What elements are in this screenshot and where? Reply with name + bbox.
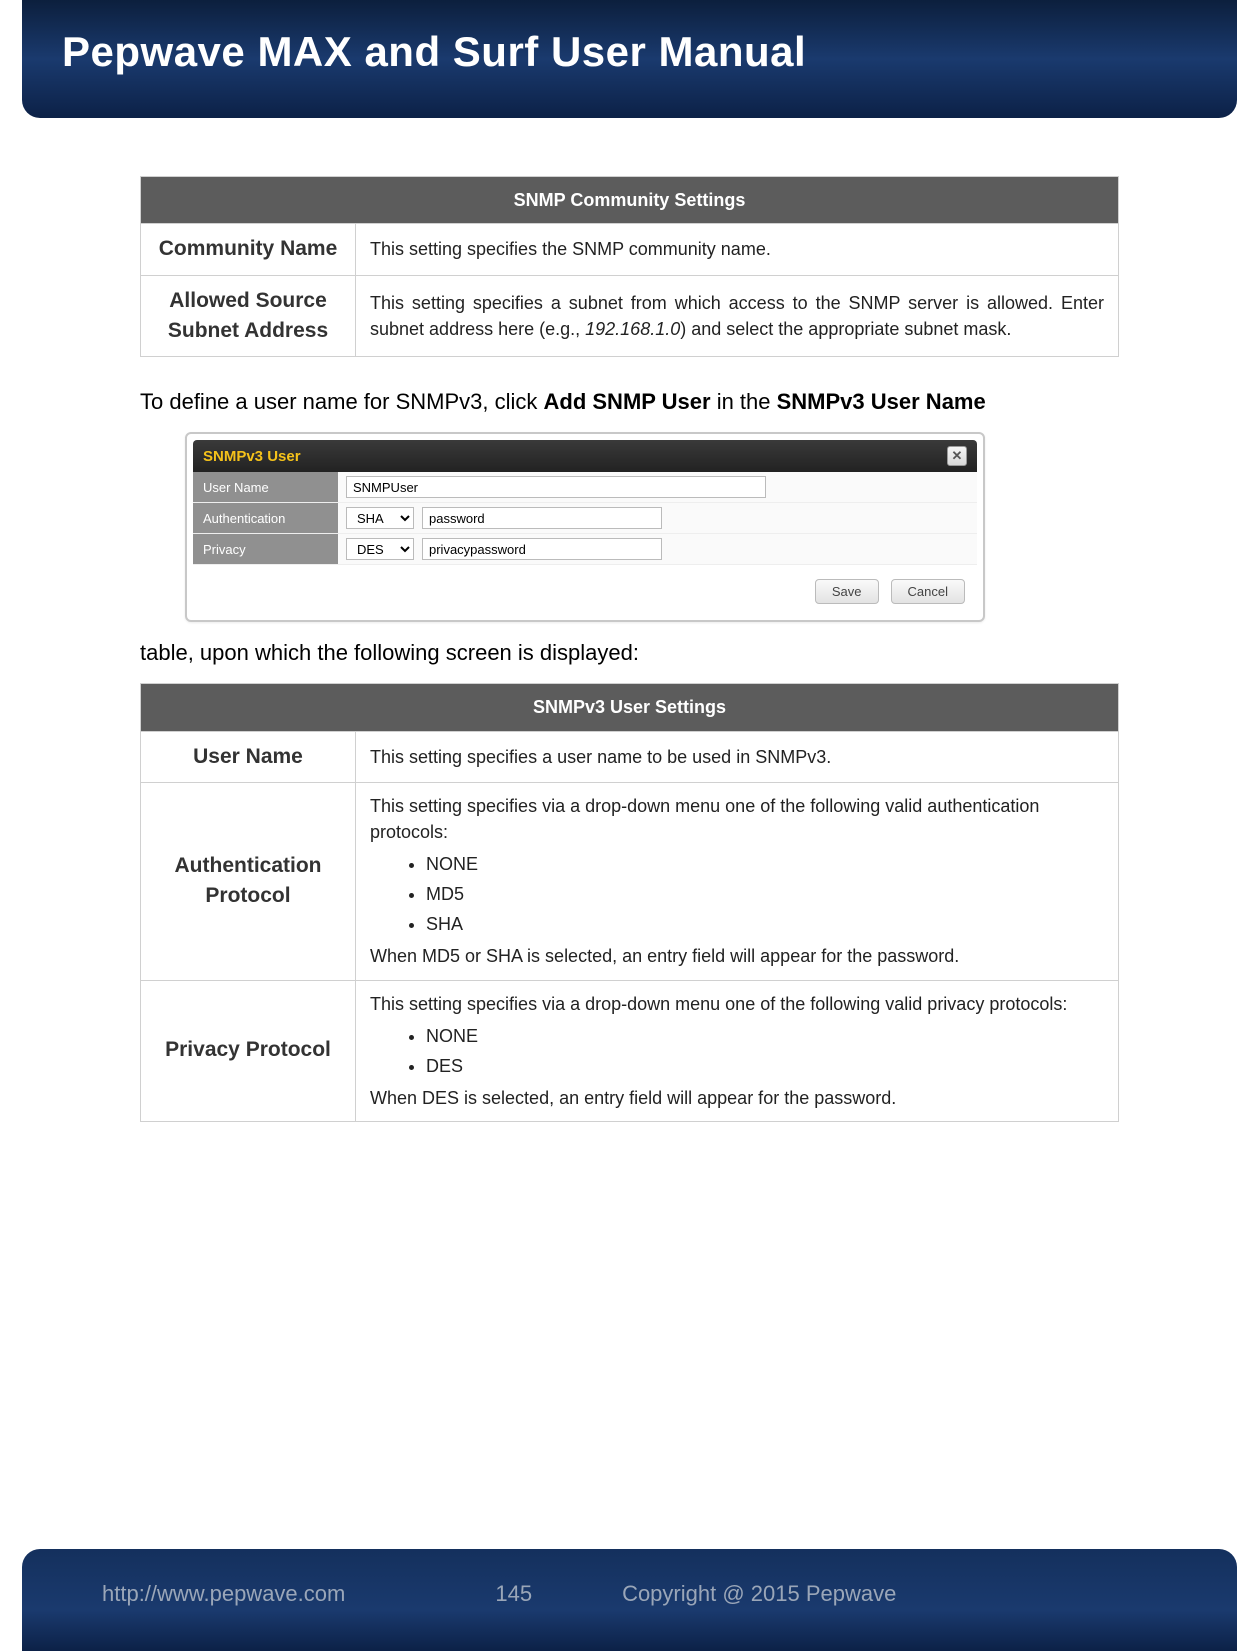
setting-description: This setting specifies via a drop-down m…: [356, 980, 1119, 1121]
setting-description: This setting specifies a user name to be…: [356, 731, 1119, 782]
page-header: Pepwave MAX and Surf User Manual: [22, 0, 1237, 118]
setting-label: Privacy Protocol: [141, 980, 356, 1121]
desc-text: This setting specifies via a drop-down m…: [370, 793, 1104, 845]
field-container: SHA: [338, 503, 977, 533]
para-text: in the: [711, 389, 777, 414]
dialog-row-privacy: Privacy DES: [193, 534, 977, 565]
desc-text: ) and select the appropriate subnet mask…: [680, 319, 1011, 339]
username-input[interactable]: [346, 476, 766, 498]
snmpv3-user-settings-table: SNMPv3 User Settings User Name This sett…: [140, 683, 1119, 1121]
field-label: User Name: [193, 472, 338, 502]
table-header-row: SNMPv3 User Settings: [141, 684, 1119, 731]
close-icon[interactable]: ✕: [947, 446, 967, 466]
desc-emph: 192.168.1.0: [585, 319, 680, 339]
setting-label: User Name: [141, 731, 356, 782]
privacy-password-input[interactable]: [422, 538, 662, 560]
instruction-paragraph: To define a user name for SNMPv3, click …: [140, 385, 1119, 418]
para-bold: SNMPv3 User Name: [777, 389, 986, 414]
setting-label: Authentication Protocol: [141, 782, 356, 980]
auth-password-input[interactable]: [422, 507, 662, 529]
table-row: Privacy Protocol This setting specifies …: [141, 980, 1119, 1121]
cancel-button[interactable]: Cancel: [891, 579, 965, 604]
list-item: SHA: [426, 911, 1104, 937]
para-text: To define a user name for SNMPv3, click: [140, 389, 544, 414]
table-title: SNMPv3 User Settings: [141, 684, 1119, 731]
dialog-row-auth: Authentication SHA: [193, 503, 977, 534]
bullet-list: NONE MD5 SHA: [426, 851, 1104, 937]
setting-description: This setting specifies the SNMP communit…: [356, 224, 1119, 275]
list-item: DES: [426, 1053, 1104, 1079]
footer-copyright: Copyright @ 2015 Pepwave: [622, 1581, 896, 1607]
para-bold: Add SNMP User: [544, 389, 711, 414]
desc-text: This setting specifies via a drop-down m…: [370, 991, 1104, 1017]
table-row: Allowed Source Subnet Address This setti…: [141, 275, 1119, 357]
document-title: Pepwave MAX and Surf User Manual: [62, 28, 1197, 76]
page-footer: http://www.pepwave.com 145 Copyright @ 2…: [22, 1549, 1237, 1651]
privacy-select[interactable]: DES: [346, 538, 414, 560]
desc-text: When MD5 or SHA is selected, an entry fi…: [370, 943, 1104, 969]
footer-url: http://www.pepwave.com: [102, 1581, 345, 1607]
snmp-community-settings-table: SNMP Community Settings Community Name T…: [140, 176, 1119, 357]
dialog-row-username: User Name: [193, 472, 977, 503]
list-item: NONE: [426, 1023, 1104, 1049]
list-item: MD5: [426, 881, 1104, 907]
setting-label: Allowed Source Subnet Address: [141, 275, 356, 357]
page-number: 145: [495, 1581, 532, 1607]
table-row: Authentication Protocol This setting spe…: [141, 782, 1119, 980]
table-row: Community Name This setting specifies th…: [141, 224, 1119, 275]
document-page: Pepwave MAX and Surf User Manual SNMP Co…: [0, 0, 1259, 1651]
dialog-title: SNMPv3 User: [203, 448, 301, 465]
table-title: SNMP Community Settings: [141, 177, 1119, 224]
bullet-list: NONE DES: [426, 1023, 1104, 1079]
field-label: Privacy: [193, 534, 338, 564]
field-label: Authentication: [193, 503, 338, 533]
dialog-actions: Save Cancel: [193, 565, 977, 614]
dialog-inner: SNMPv3 User ✕ User Name Authentication S…: [193, 440, 977, 614]
page-content: SNMP Community Settings Community Name T…: [0, 126, 1259, 1170]
save-button[interactable]: Save: [815, 579, 879, 604]
field-container: [338, 472, 977, 502]
setting-description: This setting specifies via a drop-down m…: [356, 782, 1119, 980]
field-container: DES: [338, 534, 977, 564]
instruction-paragraph: table, upon which the following screen i…: [140, 636, 1119, 669]
table-header-row: SNMP Community Settings: [141, 177, 1119, 224]
desc-text: When DES is selected, an entry field wil…: [370, 1085, 1104, 1111]
table-row: User Name This setting specifies a user …: [141, 731, 1119, 782]
setting-label: Community Name: [141, 224, 356, 275]
list-item: NONE: [426, 851, 1104, 877]
snmpv3-user-dialog: SNMPv3 User ✕ User Name Authentication S…: [185, 432, 985, 622]
auth-select[interactable]: SHA: [346, 507, 414, 529]
dialog-titlebar: SNMPv3 User ✕: [193, 440, 977, 472]
setting-description: This setting specifies a subnet from whi…: [356, 275, 1119, 357]
